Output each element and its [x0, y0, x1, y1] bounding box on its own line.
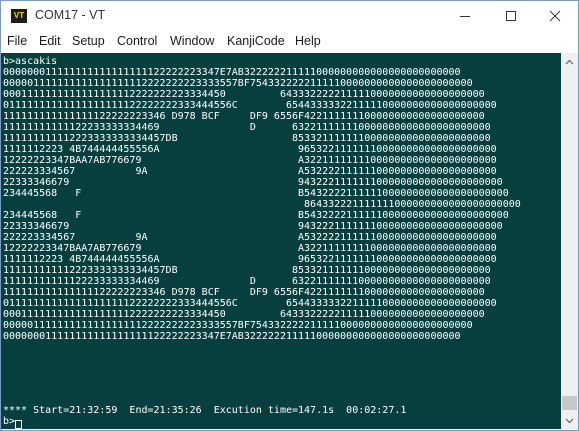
close-button[interactable]	[532, 1, 578, 31]
terminal-line: 22333346679 9432221111111000000000000000…	[3, 177, 503, 188]
text-cursor	[15, 420, 22, 429]
terminal-line: 222223334567 9A A53222211111100000000000…	[3, 232, 497, 243]
terminal-line: 234445568 F B543222211111100000000000000…	[3, 210, 509, 221]
menu-file[interactable]: File	[7, 34, 27, 48]
terminal-line: 000001111111111111111112222222223333557B…	[3, 320, 473, 331]
terminal-line: 0001111111111111111112222222223334450 64…	[3, 309, 485, 320]
terminal-screen[interactable]: b>ascakis 000000011111111111111111122222…	[1, 53, 561, 429]
terminal-line: 111111111111111122222223346 D978 BCF DF9…	[3, 111, 485, 122]
terminal-line: 12222223347BAA7AB776679 A322111111110000…	[3, 243, 497, 254]
terminal-line: 22333346679 9432221111111000000000000000…	[3, 221, 503, 232]
menu-setup[interactable]: Setup	[72, 34, 105, 48]
scroll-down-button[interactable]	[561, 412, 578, 429]
terminal-line: 1111112223 4B744444455556A 9653221111111…	[3, 144, 497, 155]
minimize-button[interactable]	[442, 1, 488, 31]
vt-app-icon[interactable]: VT	[11, 9, 27, 23]
terminal-line: 111111111112223333333334457DB 8533211111…	[3, 133, 491, 144]
chevron-down-icon	[565, 418, 574, 423]
menu-kanjicode[interactable]: KanjiCode	[227, 34, 285, 48]
terminal-prompt-line: b>	[3, 416, 16, 427]
terminal-line: b>ascakis	[3, 56, 58, 67]
terminal-line: 11111111111122233333334469 D 63221111111…	[3, 122, 491, 133]
terminal-line: 12222223347BAA7AB776679 A322111111110000…	[3, 155, 497, 166]
terminal-line: 864332221111111000000000000000000000	[3, 199, 521, 210]
terminal-line: 1111112223 4B744444455556A 9653221111111…	[3, 254, 497, 265]
maximize-button[interactable]	[488, 1, 534, 31]
terminal-line: 000000011111111111111111122222223347E7AB…	[3, 67, 461, 78]
vertical-scrollbar[interactable]	[561, 53, 578, 429]
menu-bar: File Edit Setup Control Window KanjiCode…	[1, 31, 578, 53]
scrollbar-thumb[interactable]	[562, 396, 577, 410]
window-title: COM17 - VT	[35, 8, 106, 22]
terminal-line: 111111111111111122222223346 D978 BCF DF9…	[3, 287, 485, 298]
terminal-line: 11111111111122233333334469 D 63221111111…	[3, 276, 491, 287]
chevron-up-icon	[565, 59, 574, 64]
terminal-line: 111111111112223333333334457DB 8533211111…	[3, 265, 491, 276]
close-icon	[549, 10, 561, 22]
menu-help[interactable]: Help	[295, 34, 321, 48]
terminal-line: 0001111111111111111112222222223334450 64…	[3, 89, 485, 100]
menu-edit[interactable]: Edit	[39, 34, 61, 48]
minimize-icon	[460, 16, 470, 17]
terminal-line: 000001111111111111111112222222223333557B…	[3, 78, 473, 89]
menu-control[interactable]: Control	[117, 34, 157, 48]
terminal-status-line: **** Start=21:32:59 End=21:35:26 Excutio…	[3, 405, 407, 416]
terminal-line: 01111111111111111111122222222333444556C …	[3, 100, 497, 111]
terminal-line: 222223334567 9A A53222211111100000000000…	[3, 166, 497, 177]
terminal-line: 000000011111111111111111122222223347E7AB…	[3, 331, 461, 342]
terminal-window: VT COM17 - VT File Edit Setup Control Wi…	[0, 0, 579, 431]
menu-window[interactable]: Window	[170, 34, 214, 48]
scroll-up-button[interactable]	[561, 53, 578, 70]
maximize-icon	[506, 11, 516, 21]
terminal-line: 01111111111111111111122222222333444556C …	[3, 298, 497, 309]
title-bar[interactable]: VT COM17 - VT	[1, 1, 578, 31]
terminal-line: 234445568 F B543222211111100000000000000…	[3, 188, 509, 199]
